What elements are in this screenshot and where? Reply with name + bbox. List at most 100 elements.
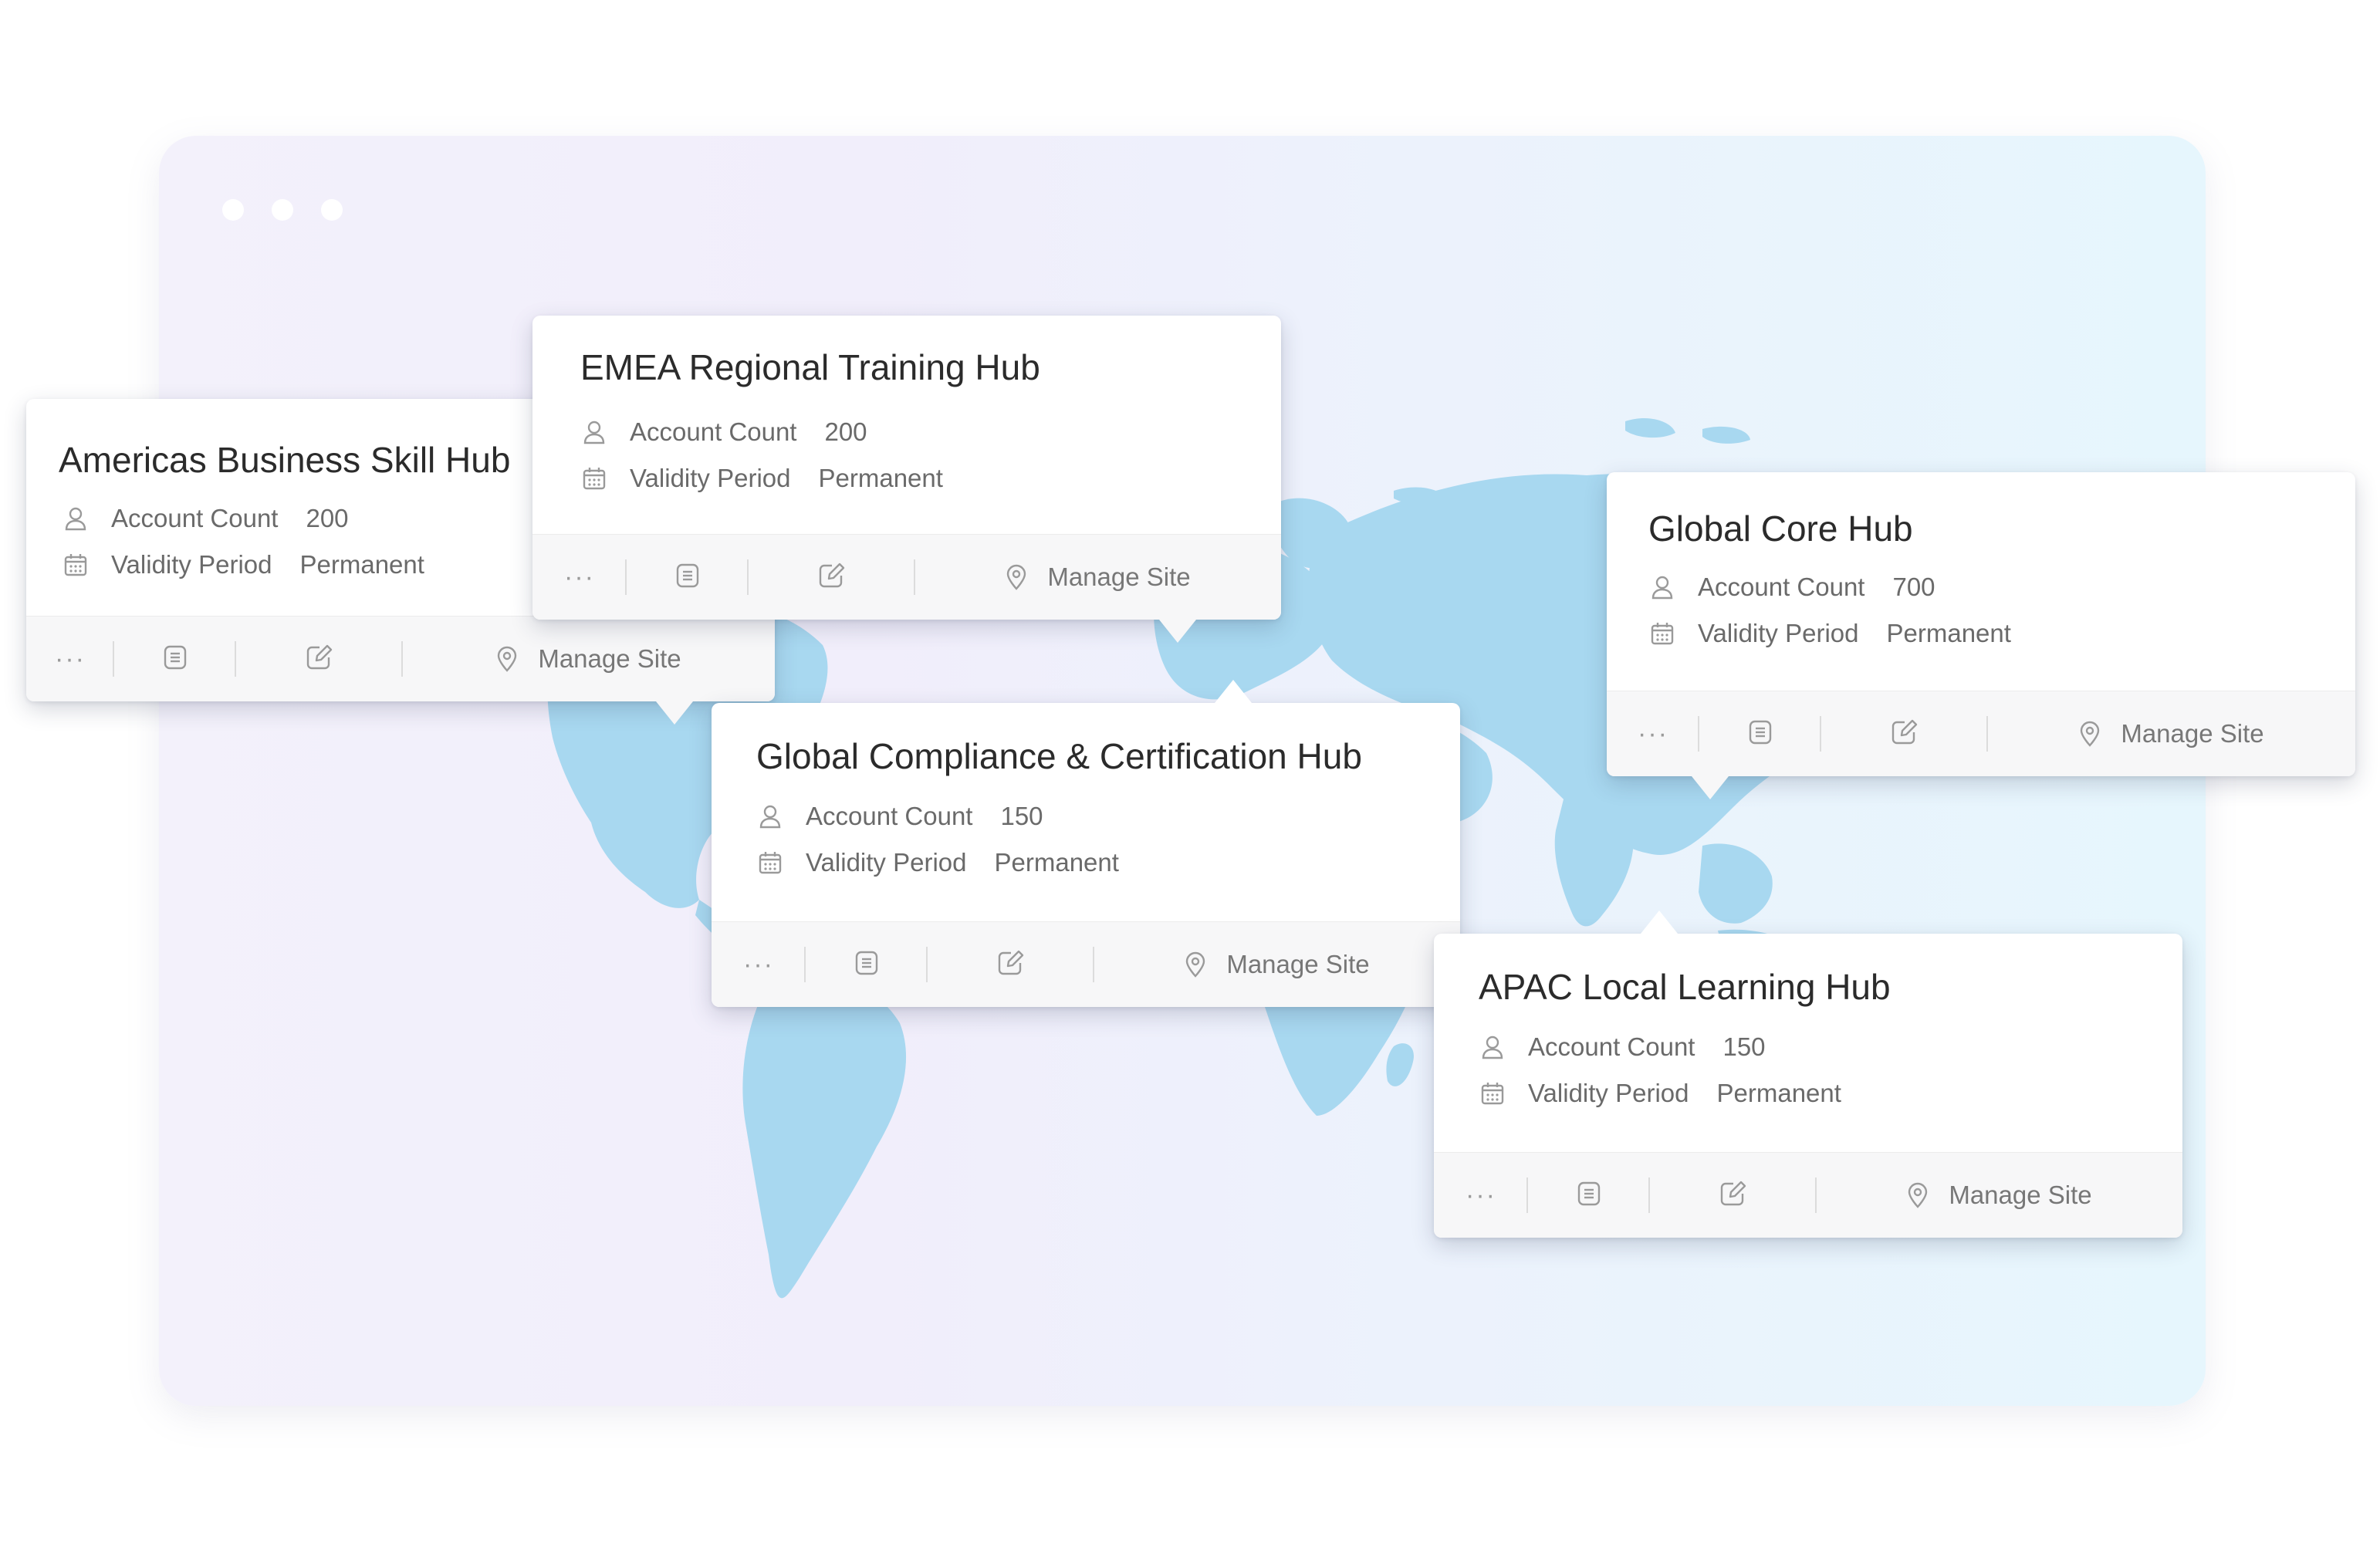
hub-title: Americas Business Skill Hub [59, 440, 511, 480]
account-count-label: Account Count [806, 802, 973, 830]
details-button[interactable] [1528, 1153, 1650, 1238]
card-pointer [1159, 620, 1196, 643]
card-pointer [1692, 776, 1729, 799]
edit-icon [997, 950, 1025, 980]
validity-period-row: Validity Period Permanent [1648, 619, 2011, 648]
location-pin-icon [1907, 1182, 1929, 1208]
document-icon [854, 950, 879, 980]
account-count-row: Account Count 150 [1479, 1032, 1766, 1062]
more-button[interactable]: ··· [1434, 1153, 1528, 1238]
account-count-value: 200 [306, 504, 349, 532]
manage-site-label: Manage Site [538, 644, 681, 673]
card-pointer [1215, 680, 1252, 703]
edit-button[interactable] [749, 535, 915, 620]
manage-site-label: Manage Site [1949, 1181, 2092, 1209]
document-icon [1577, 1181, 1601, 1211]
calendar-icon [756, 849, 784, 877]
edit-button[interactable] [1650, 1153, 1817, 1238]
more-icon: ··· [55, 644, 86, 674]
account-count-value: 200 [824, 417, 867, 446]
validity-period-label: Validity Period [806, 848, 967, 877]
account-count-row: Account Count 200 [580, 417, 867, 447]
validity-period-label: Validity Period [630, 464, 791, 492]
account-count-row: Account Count 150 [756, 802, 1043, 831]
validity-period-value: Permanent [1716, 1079, 1841, 1107]
account-count-row: Account Count 700 [1648, 573, 1935, 602]
hub-title: APAC Local Learning Hub [1479, 967, 1891, 1007]
manage-site-button[interactable]: Manage Site [1817, 1181, 2182, 1210]
edit-icon [1719, 1181, 1747, 1211]
edit-icon [1891, 719, 1919, 749]
edit-button[interactable] [1821, 691, 1988, 776]
hub-card-emea[interactable]: EMEA Regional Training Hub Account Count… [532, 316, 1281, 643]
more-button[interactable]: ··· [532, 535, 627, 620]
validity-period-value: Permanent [1886, 619, 2011, 647]
user-icon [756, 802, 784, 830]
card-actions: ··· Manage Site [26, 616, 775, 701]
manage-site-button[interactable]: Manage Site [1094, 950, 1460, 979]
edit-icon [306, 644, 333, 674]
more-icon: ··· [564, 563, 595, 592]
account-count-label: Account Count [630, 417, 797, 446]
document-icon [163, 644, 188, 674]
manage-site-button[interactable]: Manage Site [1988, 719, 2355, 748]
hub-card-apac[interactable]: APAC Local Learning Hub Account Count 15… [1434, 911, 2182, 1238]
more-button[interactable]: ··· [26, 617, 114, 701]
account-count-label: Account Count [1528, 1032, 1695, 1061]
account-count-label: Account Count [1698, 573, 1865, 601]
validity-period-value: Permanent [299, 550, 424, 579]
calendar-icon [580, 465, 608, 492]
user-icon [1479, 1033, 1506, 1061]
card-pointer [1641, 911, 1678, 934]
hub-card-global-core[interactable]: Global Core Hub Account Count 700 Validi… [1607, 472, 2355, 799]
document-icon [1748, 719, 1773, 749]
manage-site-button[interactable]: Manage Site [403, 644, 775, 674]
card-actions: ··· Manage Site [1607, 691, 2355, 776]
validity-period-value: Permanent [818, 464, 943, 492]
edit-button[interactable] [928, 922, 1094, 1007]
account-count-row: Account Count 200 [62, 504, 349, 533]
validity-period-row: Validity Period Permanent [580, 464, 943, 493]
edit-button[interactable] [236, 617, 403, 701]
calendar-icon [1648, 620, 1676, 647]
hub-title: Global Core Hub [1648, 508, 1913, 549]
user-icon [580, 418, 608, 446]
validity-period-value: Permanent [994, 848, 1119, 877]
calendar-icon [1479, 1079, 1506, 1107]
account-count-value: 150 [1722, 1032, 1766, 1061]
more-icon: ··· [1466, 1181, 1496, 1210]
details-button[interactable] [627, 535, 749, 620]
more-button[interactable]: ··· [712, 922, 806, 1007]
validity-period-label: Validity Period [1528, 1079, 1689, 1107]
card-actions: ··· Manage Site [1434, 1152, 2182, 1238]
account-count-value: 150 [1000, 802, 1043, 830]
calendar-icon [62, 551, 90, 579]
location-pin-icon [1185, 951, 1206, 978]
validity-period-label: Validity Period [111, 550, 272, 579]
card-actions: ··· Manage Site [532, 534, 1281, 620]
account-count-value: 700 [1892, 573, 1935, 601]
validity-period-row: Validity Period Permanent [756, 848, 1119, 877]
location-pin-icon [496, 646, 518, 672]
card-actions: ··· Manage Site [712, 921, 1460, 1007]
location-pin-icon [1006, 564, 1027, 590]
hub-title: EMEA Regional Training Hub [580, 347, 1040, 387]
details-button[interactable] [1699, 691, 1821, 776]
document-icon [675, 563, 700, 593]
more-icon: ··· [1638, 719, 1668, 748]
card-pointer [656, 701, 693, 725]
details-button[interactable] [806, 922, 928, 1007]
manage-site-label: Manage Site [1226, 950, 1370, 978]
hub-title: Global Compliance & Certification Hub [756, 736, 1362, 776]
manage-site-label: Manage Site [2121, 719, 2264, 748]
validity-period-row: Validity Period Permanent [1479, 1079, 1841, 1108]
more-icon: ··· [743, 950, 774, 979]
user-icon [62, 505, 90, 532]
manage-site-button[interactable]: Manage Site [915, 563, 1281, 592]
more-button[interactable]: ··· [1607, 691, 1699, 776]
manage-site-label: Manage Site [1047, 563, 1191, 591]
hub-card-compliance[interactable]: Global Compliance & Certification Hub Ac… [712, 680, 1460, 1007]
validity-period-row: Validity Period Permanent [62, 550, 424, 579]
location-pin-icon [2079, 721, 2101, 747]
details-button[interactable] [114, 617, 236, 701]
